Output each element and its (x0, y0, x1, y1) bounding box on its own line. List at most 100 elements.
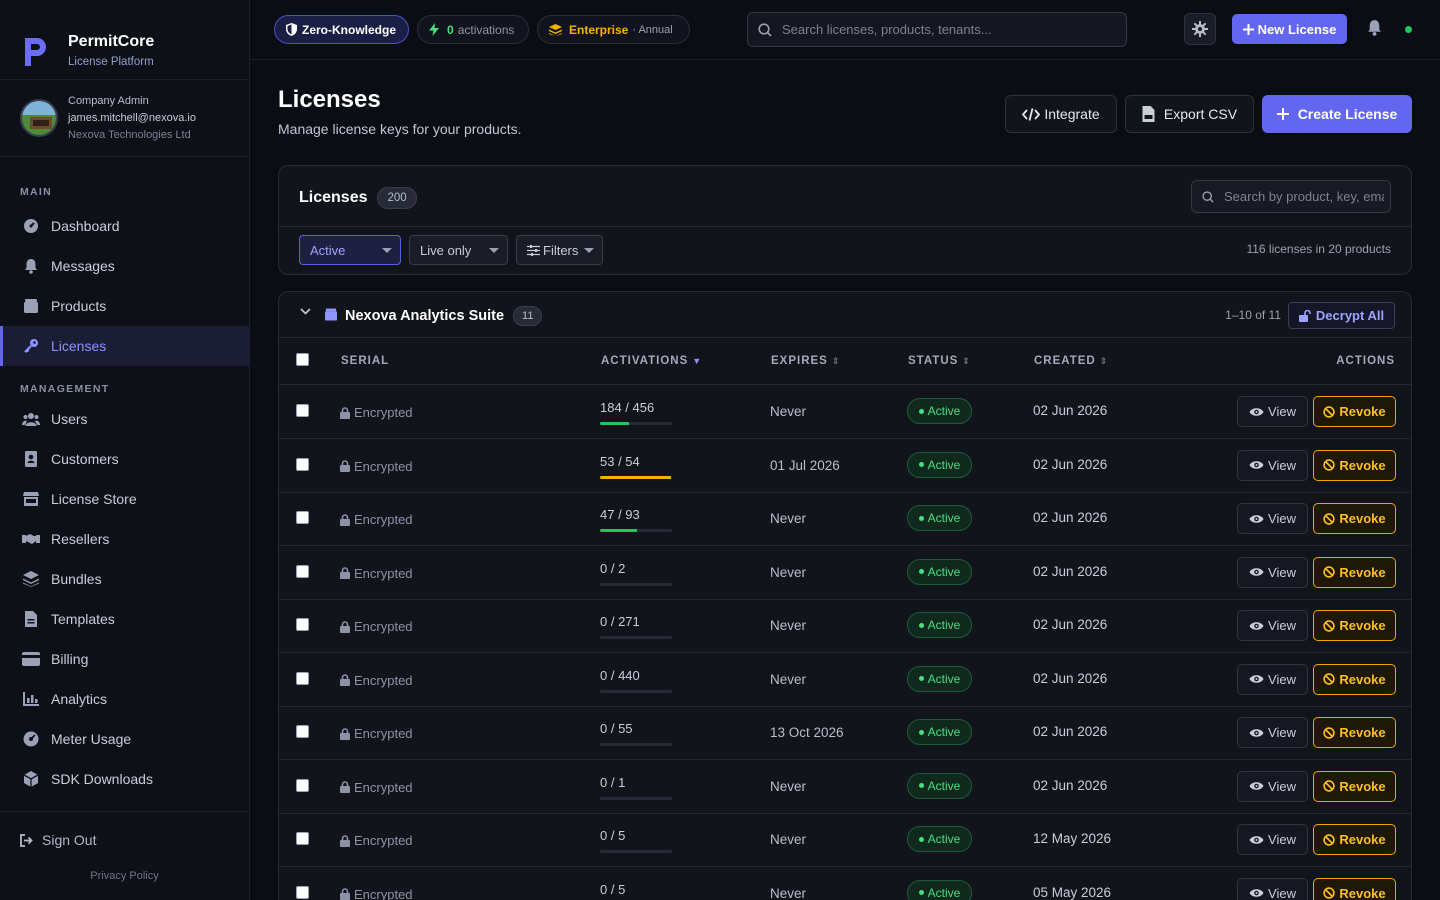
notifications-button[interactable] (1367, 19, 1382, 39)
row-checkbox[interactable] (296, 725, 309, 738)
select-all-checkbox[interactable] (296, 353, 309, 366)
sidebar-item-templates[interactable]: Templates (0, 599, 249, 639)
sidebar-item-label: Dashboard (51, 218, 120, 234)
view-button[interactable]: View (1237, 663, 1308, 695)
view-button[interactable]: View (1237, 770, 1308, 802)
serial-cell[interactable]: Encrypted (340, 726, 413, 741)
serial-cell[interactable]: Encrypted (340, 512, 413, 527)
row-checkbox[interactable] (296, 778, 309, 792)
sidebar-item-messages[interactable]: Messages (0, 246, 249, 286)
sidebar-item-licenses[interactable]: Licenses (0, 326, 249, 366)
ban-icon (1323, 512, 1336, 525)
users-icon (22, 410, 40, 428)
column-header-status[interactable]: STATUS ⇕ (908, 355, 971, 367)
sign-out-button[interactable]: Sign Out (0, 812, 249, 848)
sidebar-item-analytics[interactable]: Analytics (0, 679, 249, 719)
revoke-button[interactable]: Revoke (1313, 610, 1396, 641)
integrate-button[interactable]: Integrate (1005, 95, 1117, 133)
column-header-expires[interactable]: EXPIRES ⇕ (771, 355, 840, 367)
sidebar-item-license-store[interactable]: License Store (0, 479, 249, 519)
status-badge: Active (907, 558, 972, 585)
sidebar-item-users[interactable]: Users (0, 399, 249, 439)
serial-cell[interactable]: Encrypted (340, 673, 413, 688)
product-group-header[interactable]: Nexova Analytics Suite 11 1–10 of 11 Dec… (279, 292, 1411, 338)
mode-filter-select[interactable]: Live only (409, 235, 508, 265)
brand-name: PermitCore (68, 33, 155, 50)
row-checkbox[interactable] (296, 671, 309, 685)
serial-cell[interactable]: Encrypted (340, 780, 413, 795)
revoke-button[interactable]: Revoke (1313, 770, 1396, 802)
serial-cell[interactable]: Encrypted (340, 833, 413, 848)
activations-badge[interactable]: 0 activations (417, 15, 529, 44)
revoke-button[interactable]: Revoke (1313, 556, 1396, 588)
created-value: 02 Jun 2026 (1033, 510, 1108, 525)
revoke-button[interactable]: Revoke (1313, 396, 1396, 427)
filters-label: Filters (543, 242, 579, 258)
revoke-button[interactable]: Revoke (1313, 663, 1396, 695)
sidebar-item-dashboard[interactable]: Dashboard (0, 206, 249, 246)
view-button[interactable]: View (1237, 503, 1308, 534)
revoke-button[interactable]: Revoke (1313, 449, 1396, 481)
sidebar-item-sdk-downloads[interactable]: SDK Downloads (0, 759, 249, 799)
zero-knowledge-label: Zero-Knowledge (302, 22, 397, 37)
row-checkbox[interactable] (296, 457, 309, 471)
status-badge: Active (907, 826, 972, 852)
license-search[interactable] (1191, 180, 1391, 213)
sidebar-item-meter-usage[interactable]: Meter Usage (0, 719, 249, 759)
settings-button[interactable] (1184, 13, 1216, 45)
view-button[interactable]: View (1237, 717, 1308, 748)
revoke-button[interactable]: Revoke (1313, 503, 1396, 534)
sidebar-item-resellers[interactable]: Resellers (0, 519, 249, 559)
user-profile[interactable]: Company Admin james.mitchell@nexova.io N… (0, 80, 249, 157)
row-checkbox[interactable] (296, 618, 309, 631)
sidebar-item-customers[interactable]: Customers (0, 439, 249, 479)
privacy-policy-link[interactable]: Privacy Policy (0, 870, 249, 882)
new-license-button[interactable]: New License (1232, 14, 1347, 44)
brand[interactable]: PermitCore License Platform (0, 0, 249, 80)
decrypt-all-button[interactable]: Decrypt All (1288, 302, 1395, 329)
dashboard-icon (22, 217, 40, 235)
view-button[interactable]: View (1237, 396, 1308, 427)
serial-cell[interactable]: Encrypted (340, 887, 413, 900)
column-header-created[interactable]: CREATED ⇕ (1034, 355, 1108, 367)
sidebar-item-products[interactable]: Products (0, 286, 249, 326)
serial-cell[interactable]: Encrypted (340, 459, 413, 474)
global-search[interactable] (747, 12, 1127, 47)
row-checkbox[interactable] (296, 885, 309, 899)
view-button[interactable]: View (1237, 610, 1308, 641)
create-license-button[interactable]: Create License (1262, 95, 1412, 133)
zero-knowledge-badge[interactable]: Zero-Knowledge (274, 15, 409, 44)
license-search-input[interactable] (1224, 189, 1384, 204)
view-button[interactable]: View (1237, 824, 1308, 855)
global-search-input[interactable] (782, 22, 1112, 37)
eye-icon (1249, 514, 1264, 523)
revoke-button[interactable]: Revoke (1313, 877, 1396, 900)
view-label: View (1268, 671, 1296, 687)
plan-badge[interactable]: Enterprise · Annual (537, 15, 690, 44)
row-checkbox[interactable] (296, 404, 309, 417)
column-label: ACTIVATIONS (601, 355, 689, 367)
column-header-activations[interactable]: ACTIVATIONS ▼ (601, 355, 702, 367)
sidebar-item-billing[interactable]: Billing (0, 639, 249, 679)
sidebar-item-label: SDK Downloads (51, 771, 153, 787)
row-checkbox[interactable] (296, 832, 309, 845)
view-button[interactable]: View (1237, 449, 1308, 481)
revoke-button[interactable]: Revoke (1313, 824, 1396, 855)
filters-button[interactable]: Filters (516, 235, 603, 265)
serial-cell[interactable]: Encrypted (340, 619, 413, 634)
eye-icon (1249, 461, 1264, 469)
license-table-card: Nexova Analytics Suite 11 1–10 of 11 Dec… (278, 291, 1412, 900)
eye-icon (1249, 675, 1264, 683)
row-checkbox[interactable] (296, 511, 309, 524)
row-checkbox[interactable] (296, 564, 309, 578)
sidebar-item-bundles[interactable]: Bundles (0, 559, 249, 599)
serial-cell[interactable]: Encrypted (340, 566, 413, 581)
view-button[interactable]: View (1237, 556, 1308, 588)
list-title-text: Licenses (299, 189, 368, 206)
status-filter-select[interactable]: Active (299, 235, 401, 265)
chevron-down-icon[interactable] (300, 308, 311, 315)
view-button[interactable]: View (1237, 877, 1308, 900)
export-csv-button[interactable]: Export CSV (1125, 95, 1254, 133)
revoke-button[interactable]: Revoke (1313, 717, 1396, 748)
serial-cell[interactable]: Encrypted (340, 405, 413, 420)
